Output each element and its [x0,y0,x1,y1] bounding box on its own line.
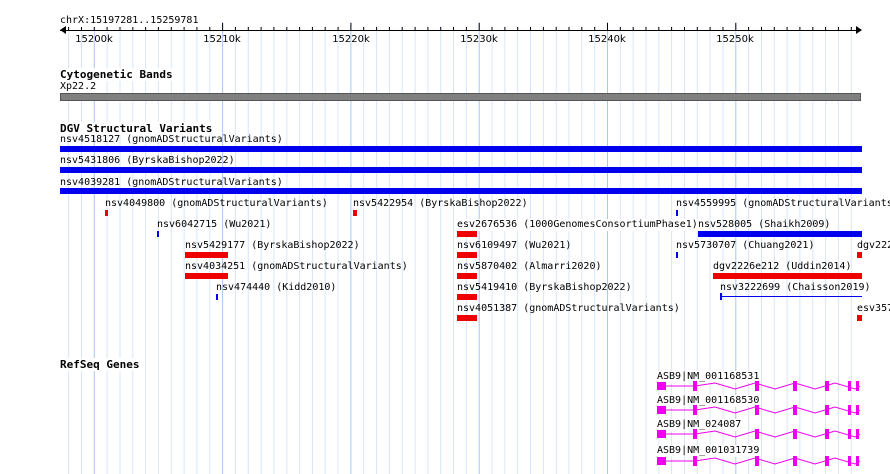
variant-bar-loss[interactable] [457,273,477,279]
ruler-tick-label: 15230k [460,34,498,45]
variant-label: dgv2226e212 (Uddin2014) [713,261,852,272]
variant-bar-gain[interactable] [676,210,678,216]
ruler-tick-label: 15210k [203,34,241,45]
ruler-tick-label: 15250k [716,34,754,45]
variant-label: nsv474440 (Kidd2010) [216,282,337,293]
variant-bar-loss[interactable] [185,252,228,258]
cytoband-label: Xp22.2 [60,81,97,93]
variant-label: nsv5429177 (ByrskaBishop2022) [185,240,360,251]
variant-bar-loss[interactable] [105,210,108,216]
transcript-glyph[interactable] [655,455,863,467]
variant-label: nsv4518127 (gnomADStructuralVariants) [60,134,283,145]
ruler-tick-label: 15200k [75,34,113,45]
variant-label: dgv222 [857,240,890,251]
ruler-tick-label: 15220k [332,34,370,45]
variant-label: nsv528005 (Shaikh2009) [698,219,831,230]
variant-label: nsv5419410 (ByrskaBishop2022) [457,282,632,293]
variant-label: nsv4051387 (gnomADStructuralVariants) [457,303,680,314]
variant-label: nsv5730707 (Chuang2021) [676,240,815,251]
transcript-glyph[interactable] [655,404,863,416]
ruler-axis [60,30,861,31]
ruler-right-arrow [856,26,862,34]
variant-label: nsv3222699 (Chaisson2019) [720,282,871,293]
variant-label: nsv6109497 (Wu2021) [457,240,572,251]
variant-line-gain[interactable] [720,296,862,297]
variant-label: nsv5870402 (Almarri2020) [457,261,602,272]
variant-label: nsv5431806 (ByrskaBishop2022) [60,155,235,166]
variant-line-gain-start [720,293,722,300]
variant-bar-gain[interactable] [676,252,678,258]
variant-bar-loss[interactable] [457,231,477,237]
ruler[interactable]: chrX:15197281..15259781 15200k 15210k 15… [0,0,890,50]
variant-bar-gain[interactable] [216,294,218,300]
ruler-left-arrow [60,26,66,34]
variant-bar-loss[interactable] [857,252,862,258]
variant-label: nsv5422954 (ByrskaBishop2022) [353,198,528,209]
variant-label: esv2676536 (1000GenomesConsortiumPhase1) [457,219,698,231]
variant-bar-gain[interactable] [698,231,862,237]
variant-label: nsv4049800 (gnomADStructuralVariants) [105,198,328,209]
variant-bar-gain[interactable] [60,146,862,152]
variant-bar-gain[interactable] [157,231,159,237]
variant-bar-loss[interactable] [457,294,477,300]
ruler-tick-label: 15240k [588,34,626,45]
transcript-glyph[interactable] [655,380,863,392]
cytoband-track-title[interactable]: Cytogenetic Bands [60,68,173,81]
cytoband-bar[interactable] [60,93,861,101]
variant-label: nsv6042715 (Wu2021) [157,219,272,230]
ruler-coordinates: chrX:15197281..15259781 [60,15,199,27]
variant-label: esv357 [857,303,890,314]
variant-bar-gain[interactable] [60,188,862,194]
refseq-track-title[interactable]: RefSeq Genes [60,358,140,371]
variant-bar-gain[interactable] [60,167,862,173]
variant-label: nsv4034251 (gnomADStructuralVariants) [185,261,408,272]
variant-bar-loss[interactable] [185,273,228,279]
variant-bar-loss[interactable] [713,273,862,279]
variant-bar-loss[interactable] [857,315,862,321]
variant-label: nsv4559995 (gnomADStructuralVariants) [676,198,890,209]
variant-bar-loss[interactable] [457,315,477,321]
transcript-glyph[interactable] [655,428,863,440]
variant-bar-loss[interactable] [457,252,477,258]
variant-bar-loss[interactable] [353,210,357,216]
